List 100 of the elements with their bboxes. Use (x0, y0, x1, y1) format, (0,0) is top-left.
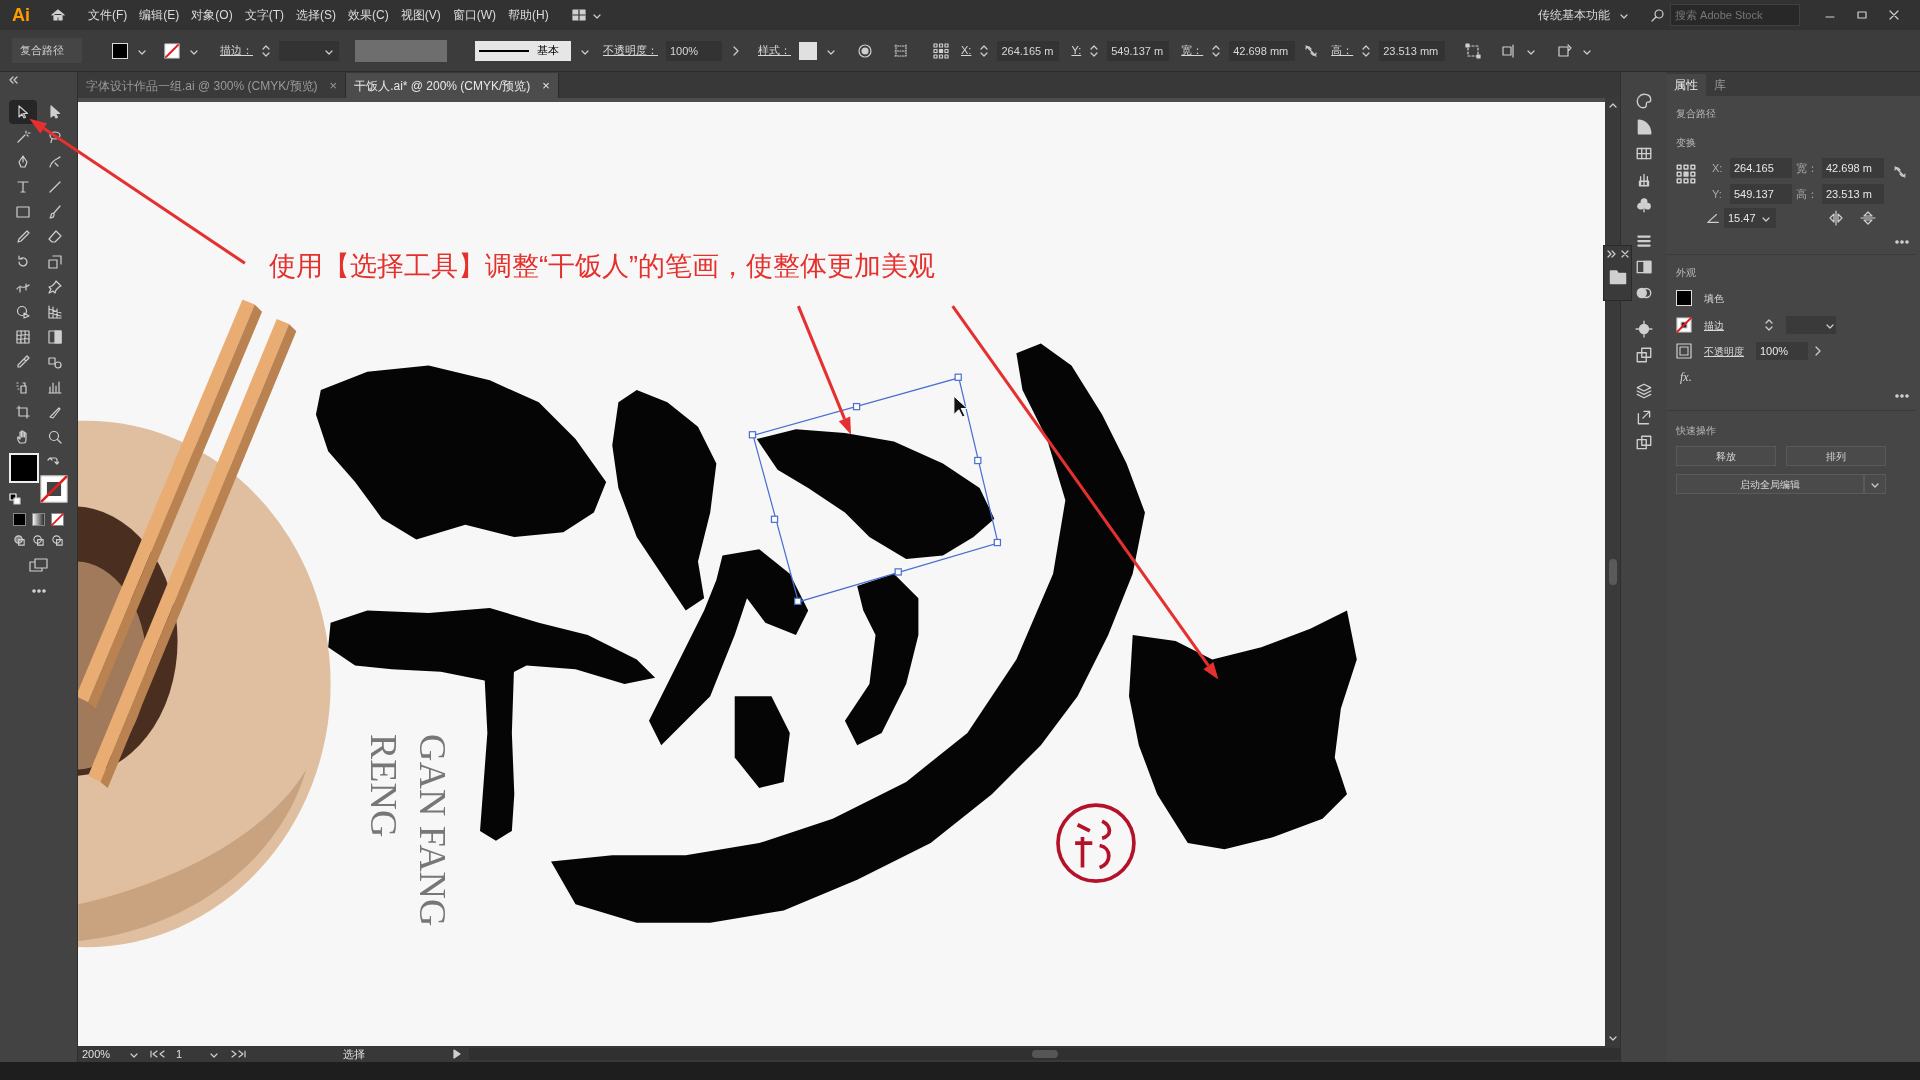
stroke-none-swatch[interactable] (164, 42, 180, 59)
menu-item[interactable]: 编辑(E) (133, 6, 186, 24)
fill-swatch[interactable] (1676, 290, 1692, 306)
more-tools-icon[interactable] (30, 589, 47, 593)
tab-close-button[interactable]: × (329, 75, 338, 96)
search-field[interactable]: 搜索 Adobe Stock (1670, 4, 1800, 26)
swap-colors-icon[interactable] (46, 455, 59, 467)
horizontal-scrollbar[interactable] (469, 1048, 1620, 1060)
rotation-angle-field[interactable]: 15.47 (1724, 208, 1776, 228)
layers-icon[interactable] (1634, 382, 1653, 400)
width-field[interactable]: 42.698 m (1822, 158, 1884, 178)
scale-icon (46, 254, 63, 270)
draw-inside-icon[interactable] (51, 534, 64, 547)
x-position-field[interactable]: 264.165 (1730, 158, 1792, 178)
menu-item[interactable]: 视图(V) (394, 6, 447, 24)
none-mode-button[interactable] (51, 513, 64, 526)
vertical-title-text: GAN FANG (415, 734, 451, 927)
x-position-label: X: (1712, 160, 1724, 176)
flip-horizontal-icon[interactable] (1828, 210, 1844, 226)
menu-item[interactable]: 文字(T) (238, 6, 290, 24)
gradient-mode-button[interactable] (32, 513, 45, 526)
height-label: 高： (1796, 186, 1818, 202)
opacity-field[interactable]: 100% (666, 40, 722, 61)
menu-item[interactable]: 文件(F) (82, 6, 134, 24)
scrollbar-thumb[interactable] (1608, 559, 1617, 585)
more-options-icon[interactable] (1894, 240, 1910, 244)
symbols-club-icon[interactable] (1634, 196, 1653, 214)
maximize-icon[interactable] (1856, 9, 1868, 21)
align-grid-icon[interactable] (893, 42, 909, 59)
scroll-down-icon[interactable] (1607, 1036, 1618, 1042)
screen-mode-icon[interactable] (28, 557, 49, 573)
reference-point-icon[interactable] (1676, 164, 1696, 184)
draw-behind-icon[interactable] (32, 534, 45, 547)
close-icon[interactable] (1620, 250, 1629, 258)
stepper-icon[interactable] (1764, 317, 1774, 333)
transform-bounds-icon[interactable] (1465, 42, 1482, 59)
y-position-label: Y: (1071, 43, 1082, 59)
artboards-panel-icon[interactable] (1634, 434, 1653, 452)
menu-item[interactable]: 帮助(H) (502, 6, 555, 24)
color-mode-button[interactable] (13, 513, 26, 526)
menu-item[interactable]: 选择(S) (290, 6, 342, 24)
collapse-panel-icon[interactable] (8, 76, 20, 84)
stroke-color-swatch[interactable] (39, 475, 68, 503)
isolate-icon[interactable] (1557, 42, 1574, 59)
vertical-scrollbar[interactable] (1605, 98, 1620, 1046)
height-field[interactable]: 23.513 m (1822, 184, 1884, 204)
link-proportions-icon[interactable] (1892, 164, 1908, 180)
default-colors-icon[interactable] (8, 493, 21, 505)
stroke-weight-field[interactable] (1786, 316, 1836, 334)
artboard-number-field[interactable]: 1 (168, 1045, 208, 1063)
stroke-label: 描边： (220, 43, 253, 59)
opacity-field[interactable]: 100% (1756, 342, 1808, 360)
y-position-field[interactable]: 549.137 (1730, 184, 1792, 204)
document-tab[interactable]: 干饭人.ai* @ 200% (CMYK/预览) × (346, 73, 559, 98)
expand-icon[interactable] (1606, 250, 1617, 258)
stroke-swatch[interactable] (1676, 317, 1692, 333)
gradient-panel-icon[interactable] (1634, 258, 1653, 276)
mesh-icon (14, 329, 31, 345)
close-icon[interactable] (1888, 9, 1900, 21)
scroll-up-icon[interactable] (1607, 102, 1618, 108)
home-icon[interactable] (50, 7, 66, 23)
flip-vertical-icon[interactable] (1860, 210, 1876, 226)
graphic-styles-icon[interactable] (1634, 346, 1653, 364)
opacity-swatch-icon (1676, 343, 1692, 359)
tool-button[interactable] (8, 100, 37, 124)
workspace-switcher[interactable]: 传统基本功能 (1530, 6, 1638, 24)
appearance-sun-icon[interactable] (1634, 320, 1653, 338)
workspace-layout-icon[interactable] (570, 7, 587, 23)
draw-normal-icon[interactable] (13, 534, 26, 547)
zoom-level-field[interactable]: 200% (78, 1045, 128, 1063)
recolor-icon[interactable] (857, 42, 873, 59)
pencil-icon (14, 229, 31, 245)
y-position-field[interactable]: 549.137 m (1107, 40, 1170, 61)
play-icon[interactable] (453, 1049, 461, 1059)
reference-point-icon[interactable] (933, 42, 949, 59)
graphic-style-swatch[interactable] (799, 41, 817, 60)
selection-bounding-box[interactable] (748, 373, 1002, 605)
x-position-label: X: (961, 43, 972, 59)
stroke-lines-icon[interactable] (1634, 232, 1653, 250)
quick-action-button[interactable]: 释放 (1676, 446, 1776, 466)
x-position-field[interactable]: 264.165 m (997, 40, 1060, 61)
fill-color-swatch[interactable] (8, 453, 39, 483)
fill-swatch[interactable] (112, 42, 128, 59)
stroke-weight-field[interactable] (279, 40, 339, 61)
quick-action-button[interactable]: 排列 (1786, 446, 1886, 466)
panel-tab[interactable]: 库 (1706, 74, 1734, 96)
menu-item[interactable]: 对象(O) (185, 6, 239, 24)
height-field[interactable]: 23.513 mm (1379, 40, 1446, 61)
more-options-icon[interactable] (1894, 394, 1910, 398)
effects-button[interactable]: fx. (1680, 368, 1692, 386)
y-position-label: Y: (1712, 186, 1723, 202)
menu-item[interactable]: 窗口(W) (446, 6, 502, 24)
tab-close-button[interactable]: × (542, 75, 550, 96)
menu-item[interactable]: 效果(C) (342, 6, 395, 24)
palette-icon[interactable] (1634, 92, 1653, 110)
stroke-profile-dropdown[interactable]: 基本 (475, 40, 571, 61)
scrollbar-thumb[interactable] (1031, 1050, 1058, 1058)
width-field[interactable]: 42.698 mm (1229, 40, 1296, 61)
global-edit-button[interactable]: 启动全局编辑 (1676, 474, 1864, 494)
panel-tab[interactable]: 属性 (1666, 74, 1706, 96)
